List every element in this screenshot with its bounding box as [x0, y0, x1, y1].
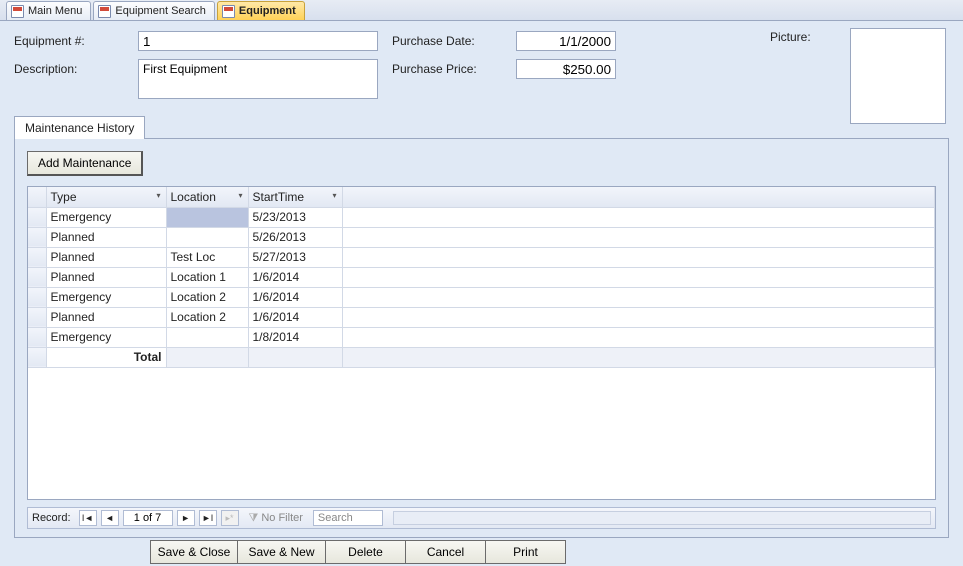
maintenance-grid: Type▾ Location▾ StartTime▾ Emergency5/23… — [27, 186, 936, 500]
form-body: Equipment #: Purchase Date: Description:… — [0, 21, 963, 524]
equipment-num-input[interactable] — [138, 31, 378, 51]
picture-box[interactable] — [850, 28, 946, 124]
filter-indicator[interactable]: ⧩ No Filter — [249, 512, 303, 525]
record-label: Record: — [32, 512, 71, 524]
table-row[interactable]: Emergency5/23/2013 — [28, 207, 935, 227]
equipment-num-label: Equipment #: — [14, 31, 124, 48]
grid-search-input[interactable] — [313, 510, 383, 526]
form-icon — [222, 5, 235, 18]
print-button[interactable]: Print — [486, 540, 566, 564]
purchase-price-input[interactable] — [516, 59, 616, 79]
nav-last-button[interactable]: ►I — [199, 510, 217, 526]
grid-corner[interactable] — [28, 187, 46, 207]
chevron-down-icon[interactable]: ▾ — [154, 191, 164, 201]
tab-maintenance-history[interactable]: Maintenance History — [14, 116, 145, 139]
tab-label: Equipment Search — [115, 5, 206, 17]
form-icon — [98, 5, 111, 18]
chevron-down-icon[interactable]: ▾ — [236, 191, 246, 201]
record-navigator: Record: I◄ ◄ ► ►I ▸* ⧩ No Filter — [27, 507, 936, 529]
col-type[interactable]: Type▾ — [46, 187, 166, 207]
table-total-row: Total — [28, 347, 935, 367]
table-row[interactable]: EmergencyLocation 21/6/2014 — [28, 287, 935, 307]
purchase-date-input[interactable] — [516, 31, 616, 51]
tab-main-menu[interactable]: Main Menu — [6, 1, 91, 20]
description-input[interactable] — [138, 59, 378, 99]
cancel-button[interactable]: Cancel — [406, 540, 486, 564]
form-action-buttons: Save & Close Save & New Delete Cancel Pr… — [150, 540, 566, 564]
table-row[interactable]: Planned5/26/2013 — [28, 227, 935, 247]
nav-first-button[interactable]: I◄ — [79, 510, 97, 526]
nav-new-button: ▸* — [221, 510, 239, 526]
horizontal-scrollbar[interactable] — [393, 511, 931, 525]
record-position-input[interactable] — [123, 510, 173, 526]
tab-label: Equipment — [239, 5, 296, 17]
save-new-button[interactable]: Save & New — [238, 540, 326, 564]
col-empty — [342, 187, 935, 207]
col-location[interactable]: Location▾ — [166, 187, 248, 207]
col-starttime[interactable]: StartTime▾ — [248, 187, 342, 207]
grid-table: Type▾ Location▾ StartTime▾ Emergency5/23… — [28, 187, 935, 368]
form-icon — [11, 5, 24, 18]
tab-label: Main Menu — [28, 5, 82, 17]
purchase-price-label: Purchase Price: — [392, 59, 502, 76]
purchase-date-label: Purchase Date: — [392, 31, 502, 48]
maintenance-panel: Add Maintenance Type▾ Location▾ StartTim… — [14, 138, 949, 538]
window-tabs: Main Menu Equipment Search Equipment — [0, 0, 963, 21]
nav-next-button[interactable]: ► — [177, 510, 195, 526]
table-row[interactable]: PlannedTest Loc5/27/2013 — [28, 247, 935, 267]
delete-button[interactable]: Delete — [326, 540, 406, 564]
chevron-down-icon[interactable]: ▾ — [330, 191, 340, 201]
table-row[interactable]: PlannedLocation 21/6/2014 — [28, 307, 935, 327]
funnel-icon: ⧩ — [249, 512, 259, 525]
table-row[interactable]: Emergency1/8/2014 — [28, 327, 935, 347]
picture-label: Picture: — [770, 30, 811, 44]
nav-prev-button[interactable]: ◄ — [101, 510, 119, 526]
table-row[interactable]: PlannedLocation 11/6/2014 — [28, 267, 935, 287]
add-maintenance-button[interactable]: Add Maintenance — [27, 151, 143, 176]
description-label: Description: — [14, 59, 124, 76]
subtab-label: Maintenance History — [25, 121, 134, 135]
tab-equipment[interactable]: Equipment — [217, 1, 305, 20]
save-close-button[interactable]: Save & Close — [150, 540, 238, 564]
tab-equipment-search[interactable]: Equipment Search — [93, 1, 215, 20]
